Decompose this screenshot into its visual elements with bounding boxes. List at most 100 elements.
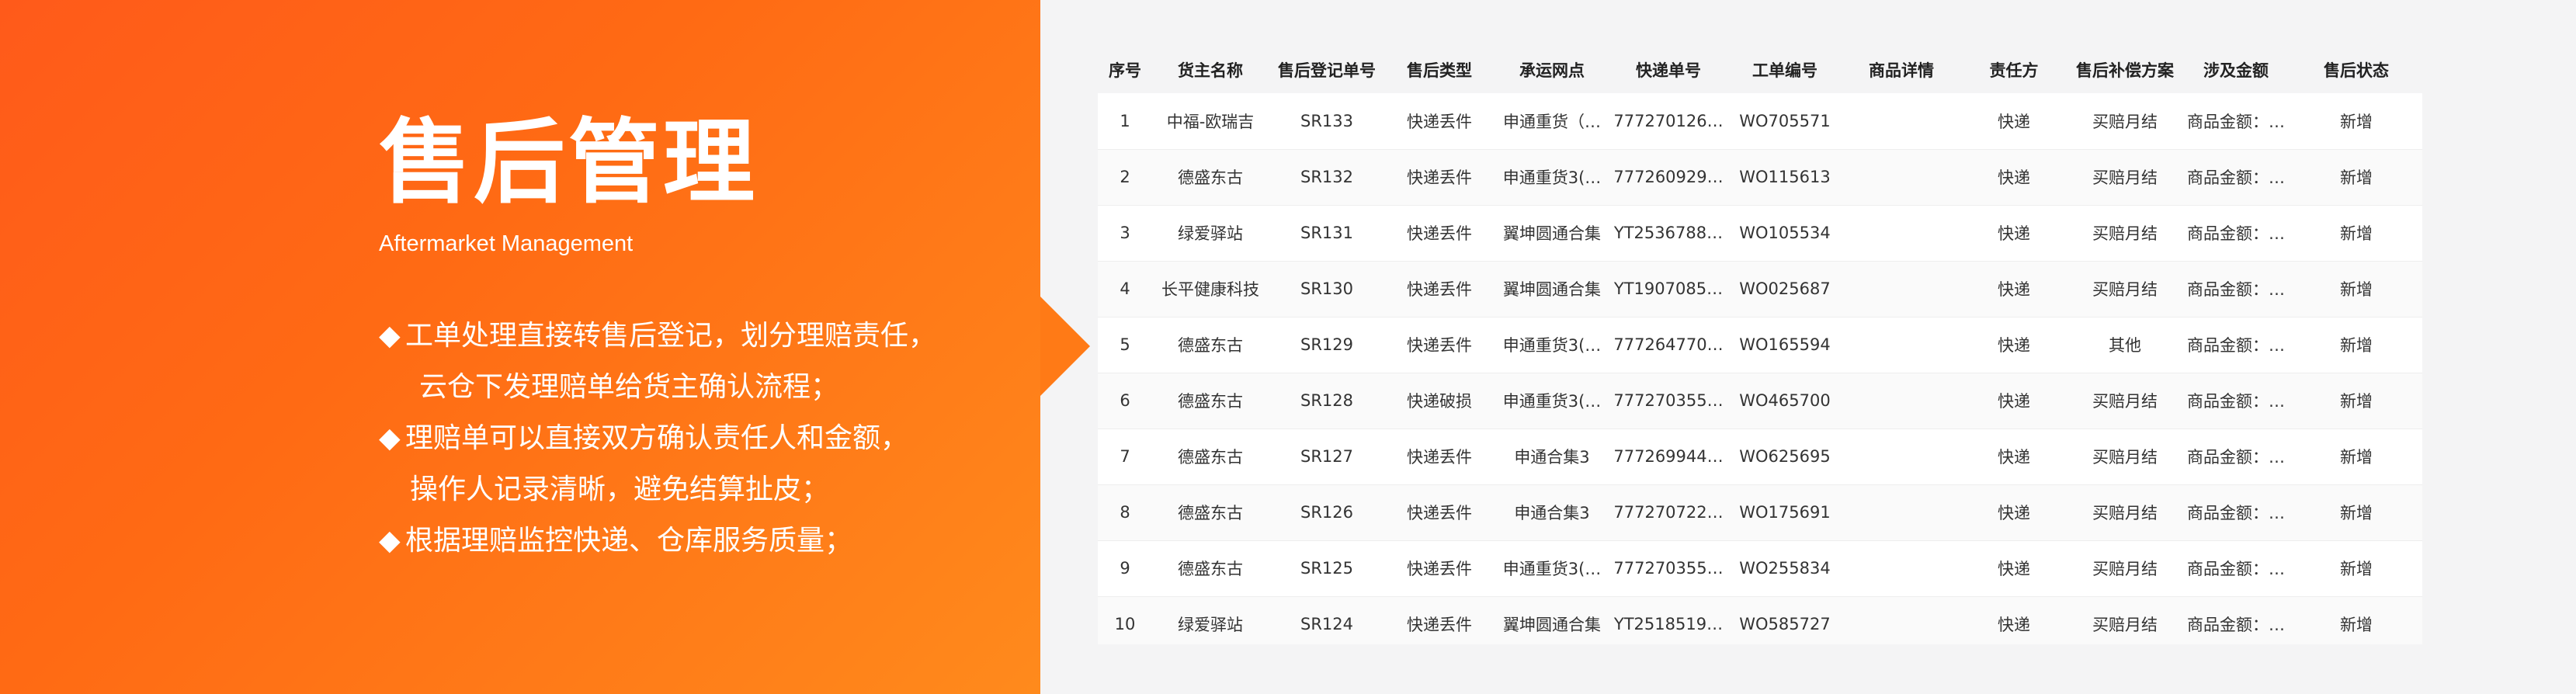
table-row[interactable]: 2 德盛东古 SR132 快递丢件 申通重货3(… 777260929… WO115613 快… bbox=[1098, 149, 2422, 206]
cell-amount: 商品金额：… bbox=[2182, 149, 2290, 206]
cell-product bbox=[1843, 540, 1960, 597]
table-row[interactable]: 1 中福-欧瑞吉 SR133 快递丢件 申通重货（… 777270126… WO705571… bbox=[1098, 93, 2422, 150]
cell-type: 快递破损 bbox=[1385, 373, 1494, 429]
cell-owner: 绿爱驿站 bbox=[1152, 596, 1269, 644]
col-header-type[interactable]: 售后类型 bbox=[1385, 47, 1494, 93]
cell-index: 2 bbox=[1098, 149, 1152, 206]
cell-amount: 商品金额：… bbox=[2182, 373, 2290, 429]
cell-index: 1 bbox=[1098, 93, 1152, 150]
cell-product bbox=[1843, 317, 1960, 373]
cell-compensation: 买赔月结 bbox=[2068, 373, 2182, 429]
cell-status: 新增 bbox=[2290, 429, 2422, 485]
cell-work-order: WO115613 bbox=[1727, 149, 1843, 206]
cell-responsible: 快递 bbox=[1960, 93, 2068, 150]
cell-carrier: 申通重货3(… bbox=[1494, 540, 1610, 597]
col-header-work-order[interactable]: 工单编号 bbox=[1727, 47, 1843, 93]
cell-owner: 中福-欧瑞吉 bbox=[1152, 93, 1269, 150]
table-header-row: 序号 货主名称 售后登记单号 售后类型 承运网点 快递单号 工单编号 商品详情 … bbox=[1098, 47, 2422, 93]
col-header-amount[interactable]: 涉及金额 bbox=[2182, 47, 2290, 93]
cell-status: 新增 bbox=[2290, 540, 2422, 597]
cell-owner: 长平健康科技 bbox=[1152, 261, 1269, 318]
cell-work-order: WO255834 bbox=[1727, 540, 1843, 597]
cell-owner: 德盛东古 bbox=[1152, 149, 1269, 206]
cell-carrier: 申通重货3(… bbox=[1494, 317, 1610, 373]
cell-compensation: 买赔月结 bbox=[2068, 205, 2182, 262]
cell-product bbox=[1843, 429, 1960, 485]
col-header-responsible[interactable]: 责任方 bbox=[1960, 47, 2068, 93]
cell-tracking: 777270355… bbox=[1610, 540, 1727, 597]
cell-status: 新增 bbox=[2290, 205, 2422, 262]
cell-sr-number: SR133 bbox=[1269, 93, 1385, 150]
cell-amount: 商品金额：… bbox=[2182, 317, 2290, 373]
cell-responsible: 快递 bbox=[1960, 596, 2068, 644]
cell-type: 快递丢件 bbox=[1385, 261, 1494, 318]
col-header-tracking[interactable]: 快递单号 bbox=[1610, 47, 1727, 93]
cell-responsible: 快递 bbox=[1960, 540, 2068, 597]
col-header-status[interactable]: 售后状态 bbox=[2290, 47, 2422, 93]
cell-status: 新增 bbox=[2290, 596, 2422, 644]
cell-compensation: 买赔月结 bbox=[2068, 261, 2182, 318]
table-row[interactable]: 10 绿爱驿站 SR124 快递丢件 翼坤圆通合集 YT2518519… WO585727 快… bbox=[1098, 596, 2422, 644]
cell-index: 6 bbox=[1098, 373, 1152, 429]
cell-carrier: 申通重货3(… bbox=[1494, 149, 1610, 206]
cell-amount: 商品金额：… bbox=[2182, 484, 2290, 541]
table-row[interactable]: 8 德盛东古 SR126 快递丢件 申通合集3 777270722… WO175691 快递买… bbox=[1098, 484, 2422, 541]
cell-status: 新增 bbox=[2290, 317, 2422, 373]
col-header-compensation[interactable]: 售后补偿方案 bbox=[2068, 47, 2182, 93]
cell-owner: 德盛东古 bbox=[1152, 373, 1269, 429]
diamond-icon: ◆ bbox=[379, 422, 401, 454]
diamond-icon: ◆ bbox=[379, 320, 401, 352]
cell-amount: 商品金额：… bbox=[2182, 205, 2290, 262]
cell-carrier: 翼坤圆通合集 bbox=[1494, 261, 1610, 318]
cell-sr-number: SR124 bbox=[1269, 596, 1385, 644]
cell-responsible: 快递 bbox=[1960, 205, 2068, 262]
cell-sr-number: SR131 bbox=[1269, 205, 1385, 262]
cell-tracking: 777269944… bbox=[1610, 429, 1727, 485]
cell-work-order: WO165594 bbox=[1727, 317, 1843, 373]
page-subtitle: Aftermarket Management bbox=[379, 231, 634, 256]
cell-amount: 商品金额：… bbox=[2182, 540, 2290, 597]
table-row[interactable]: 6 德盛东古 SR128 快递破损 申通重货3(… 777270355… WO465700 快… bbox=[1098, 373, 2422, 429]
cell-status: 新增 bbox=[2290, 261, 2422, 318]
cell-work-order: WO705571 bbox=[1727, 93, 1843, 150]
cell-sr-number: SR125 bbox=[1269, 540, 1385, 597]
cell-compensation: 其他 bbox=[2068, 317, 2182, 373]
cell-compensation: 买赔月结 bbox=[2068, 540, 2182, 597]
cell-index: 5 bbox=[1098, 317, 1152, 373]
cell-type: 快递丢件 bbox=[1385, 205, 1494, 262]
cell-work-order: WO105534 bbox=[1727, 205, 1843, 262]
cell-owner: 德盛东古 bbox=[1152, 429, 1269, 485]
feature-list: ◆ 工单处理直接转售后登记，划分理赔责任， 云仓下发理赔单给货主确认流程； ◆ 理赔… bbox=[379, 311, 936, 567]
table-row[interactable]: 5 德盛东古 SR129 快递丢件 申通重货3(… 777264770… WO165594 快… bbox=[1098, 317, 2422, 373]
diamond-icon: ◆ bbox=[379, 525, 401, 557]
table-row[interactable]: 9 德盛东古 SR125 快递丢件 申通重货3(… 777270355… WO255834 快… bbox=[1098, 540, 2422, 597]
col-header-index[interactable]: 序号 bbox=[1098, 47, 1152, 93]
cell-amount: 商品金额：… bbox=[2182, 261, 2290, 318]
col-header-sr-number[interactable]: 售后登记单号 bbox=[1269, 47, 1385, 93]
arrow-pointer bbox=[1040, 297, 1090, 396]
cell-product bbox=[1843, 596, 1960, 644]
cell-tracking: 777270126… bbox=[1610, 93, 1727, 150]
cell-sr-number: SR129 bbox=[1269, 317, 1385, 373]
cell-compensation: 买赔月结 bbox=[2068, 149, 2182, 206]
table-row[interactable]: 7 德盛东古 SR127 快递丢件 申通合集3 777269944… WO625695 快递买… bbox=[1098, 429, 2422, 485]
cell-carrier: 翼坤圆通合集 bbox=[1494, 205, 1610, 262]
feature-item: ◆ 理赔单可以直接双方确认责任人和金额， bbox=[379, 413, 936, 464]
cell-status: 新增 bbox=[2290, 149, 2422, 206]
cell-type: 快递丢件 bbox=[1385, 93, 1494, 150]
col-header-product[interactable]: 商品详情 bbox=[1843, 47, 1960, 93]
cell-compensation: 买赔月结 bbox=[2068, 596, 2182, 644]
table-row[interactable]: 4 长平健康科技 SR130 快递丢件 翼坤圆通合集 YT1907085… WO025687… bbox=[1098, 261, 2422, 318]
cell-work-order: WO625695 bbox=[1727, 429, 1843, 485]
cell-carrier: 申通重货3(… bbox=[1494, 373, 1610, 429]
cell-work-order: WO465700 bbox=[1727, 373, 1843, 429]
col-header-carrier[interactable]: 承运网点 bbox=[1494, 47, 1610, 93]
cell-tracking: 777270355… bbox=[1610, 373, 1727, 429]
cell-sr-number: SR130 bbox=[1269, 261, 1385, 318]
table-row[interactable]: 3 绿爱驿站 SR131 快递丢件 翼坤圆通合集 YT2536788… WO105534 快递… bbox=[1098, 205, 2422, 262]
cell-type: 快递丢件 bbox=[1385, 484, 1494, 541]
col-header-owner[interactable]: 货主名称 bbox=[1152, 47, 1269, 93]
cell-amount: 商品金额：… bbox=[2182, 429, 2290, 485]
cell-tracking: 777270722… bbox=[1610, 484, 1727, 541]
cell-responsible: 快递 bbox=[1960, 429, 2068, 485]
